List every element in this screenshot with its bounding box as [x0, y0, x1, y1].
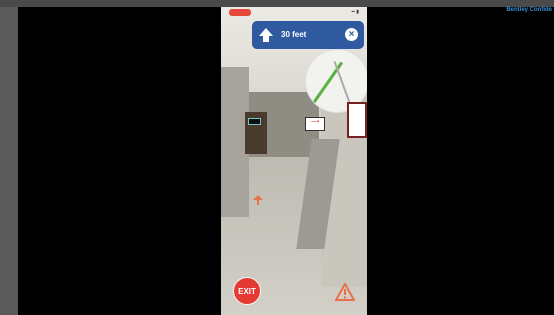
top-bar — [0, 0, 554, 7]
close-icon[interactable]: × — [345, 28, 358, 41]
nav-distance: 30 feet — [281, 30, 307, 39]
status-icons: ▪▪ ▮ — [351, 9, 359, 15]
floor-arrow-icon — [253, 195, 263, 205]
side-card[interactable] — [347, 102, 367, 138]
wall-panel: ⟶ — [305, 117, 325, 131]
exit-sign — [248, 118, 261, 125]
status-indicator — [229, 9, 251, 16]
arrow-up-icon — [259, 28, 273, 42]
brand-label: Bentley Confide — [506, 7, 552, 13]
status-bar: ▪▪ ▮ — [221, 7, 367, 19]
navigation-banner: 30 feet × — [252, 21, 364, 49]
map-path — [333, 60, 351, 104]
exit-button[interactable]: EXIT — [233, 277, 261, 305]
warning-icon[interactable] — [335, 283, 355, 301]
phone-screen: ⟶ ▪▪ ▮ 30 feet × EXIT — [221, 7, 367, 315]
map-route — [311, 61, 344, 105]
